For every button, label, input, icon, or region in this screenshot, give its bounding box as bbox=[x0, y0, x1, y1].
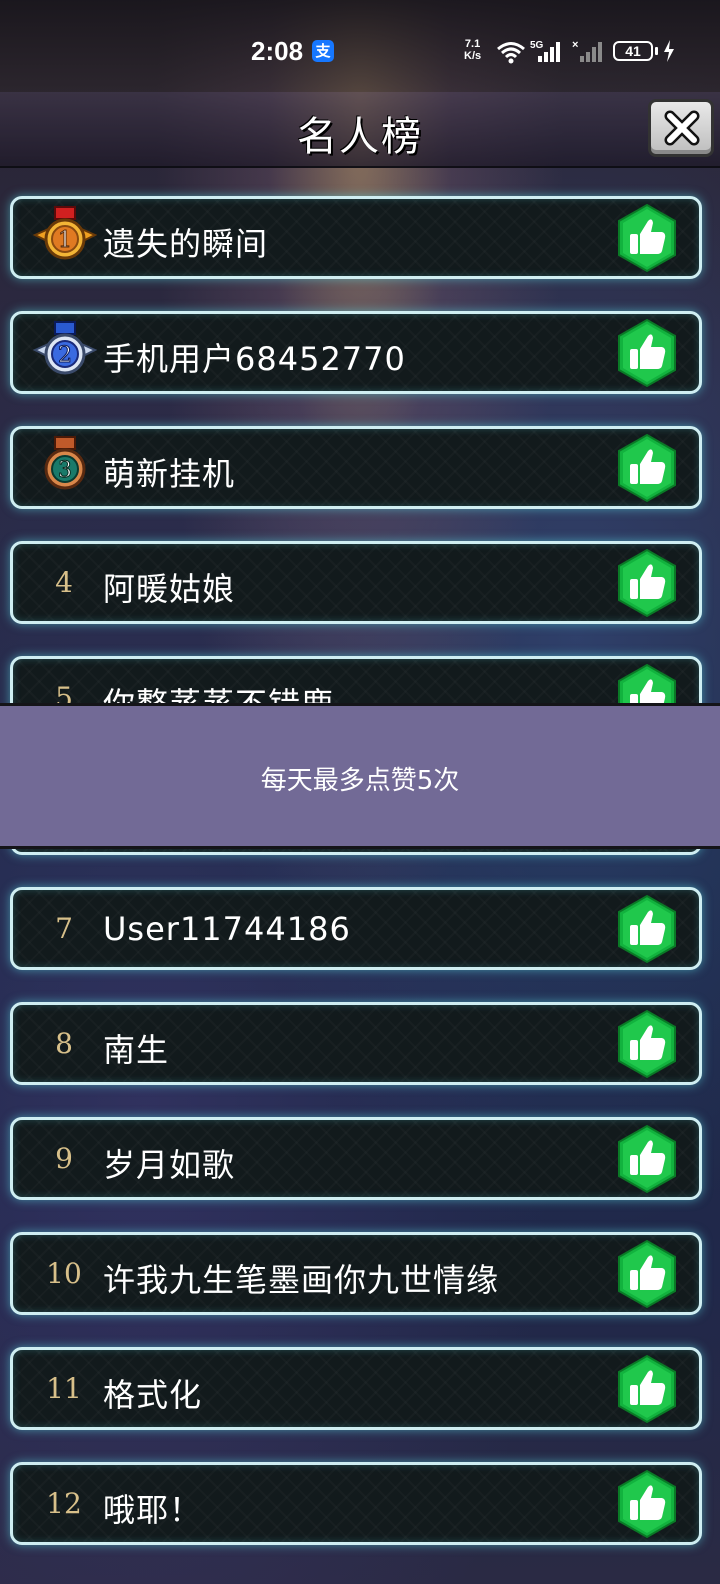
signal-no-service-icon: × bbox=[572, 39, 602, 62]
leaderboard-row: 12 哦耶！ bbox=[10, 1462, 702, 1545]
leaderboard-row: 11 格式化 bbox=[10, 1347, 702, 1430]
player-name: 遗失的瞬间 bbox=[103, 225, 269, 263]
toast-text: 每天最多点赞5次 bbox=[260, 766, 460, 796]
player-name: 格式化 bbox=[103, 1376, 203, 1414]
like-button[interactable] bbox=[615, 318, 679, 388]
like-button[interactable] bbox=[615, 548, 679, 618]
rank-number: 3 bbox=[58, 458, 72, 483]
like-button[interactable] bbox=[615, 894, 679, 964]
charging-icon bbox=[664, 40, 674, 62]
leaderboard-row: 10 许我九生笔墨画你九世情缘 bbox=[10, 1232, 702, 1315]
rank-number: 2 bbox=[58, 343, 72, 368]
alipay-icon: 支 bbox=[312, 40, 334, 62]
like-button[interactable] bbox=[615, 203, 679, 273]
player-name: 岁月如歌 bbox=[103, 1146, 236, 1184]
like-button[interactable] bbox=[615, 1239, 679, 1309]
rank-number: 7 bbox=[55, 912, 73, 945]
signal-label: 5G bbox=[530, 40, 544, 51]
close-icon bbox=[664, 110, 700, 146]
player-name: 南生 bbox=[103, 1031, 170, 1069]
rank-number: 11 bbox=[46, 1372, 82, 1405]
svg-text:×: × bbox=[572, 39, 578, 51]
player-name: 许我九生笔墨画你九世情缘 bbox=[103, 1261, 500, 1299]
rank-number: 12 bbox=[46, 1487, 82, 1520]
leaderboard-row: 9 岁月如歌 bbox=[10, 1117, 702, 1200]
leaderboard-row: 1 遗失的瞬间 bbox=[10, 196, 702, 279]
like-button[interactable] bbox=[615, 1124, 679, 1194]
wifi-icon bbox=[497, 42, 525, 64]
like-button[interactable] bbox=[615, 1469, 679, 1539]
silver-medal-icon: 2 bbox=[33, 321, 97, 375]
signal-5g-icon: 5G bbox=[530, 40, 560, 62]
leaderboard-row: 7 User11744186 bbox=[10, 887, 702, 970]
rank-number: 8 bbox=[55, 1027, 73, 1060]
player-name: 哦耶！ bbox=[103, 1491, 203, 1529]
rank-number: 4 bbox=[55, 566, 73, 599]
gold-medal-icon: 1 bbox=[33, 206, 97, 260]
status-clock: 2:08 bbox=[251, 36, 304, 66]
page-title: 名人榜 bbox=[297, 114, 423, 160]
player-name: 萌新挂机 bbox=[103, 455, 236, 493]
player-name: 阿暖姑娘 bbox=[103, 570, 236, 608]
rank-number: 1 bbox=[58, 228, 72, 253]
player-name: User11744186 bbox=[103, 910, 351, 948]
battery-icon: 41 bbox=[613, 41, 653, 61]
like-button[interactable] bbox=[615, 433, 679, 503]
net-speed: 7.1 K/s bbox=[464, 38, 481, 62]
rank-number: 10 bbox=[46, 1257, 82, 1290]
leaderboard-row: 4 阿暖姑娘 bbox=[10, 541, 702, 624]
battery-cap bbox=[655, 47, 658, 55]
bronze-medal-icon: 3 bbox=[44, 436, 86, 490]
leaderboard-row: 3 萌新挂机 bbox=[10, 426, 702, 509]
leaderboard-row: 2 手机用户68452770 bbox=[10, 311, 702, 394]
toast-message: 每天最多点赞5次 bbox=[0, 703, 720, 849]
player-name: 手机用户68452770 bbox=[103, 340, 406, 378]
net-speed-unit: K/s bbox=[464, 50, 482, 62]
net-speed-value: 7.1 bbox=[464, 38, 481, 50]
like-button[interactable] bbox=[615, 1009, 679, 1079]
close-button[interactable] bbox=[648, 99, 714, 157]
like-button[interactable] bbox=[615, 1354, 679, 1424]
status-bar: 2:08 支 7.1 K/s 5G × 41 bbox=[0, 0, 720, 92]
leaderboard-row: 8 南生 bbox=[10, 1002, 702, 1085]
rank-number: 9 bbox=[55, 1142, 73, 1175]
